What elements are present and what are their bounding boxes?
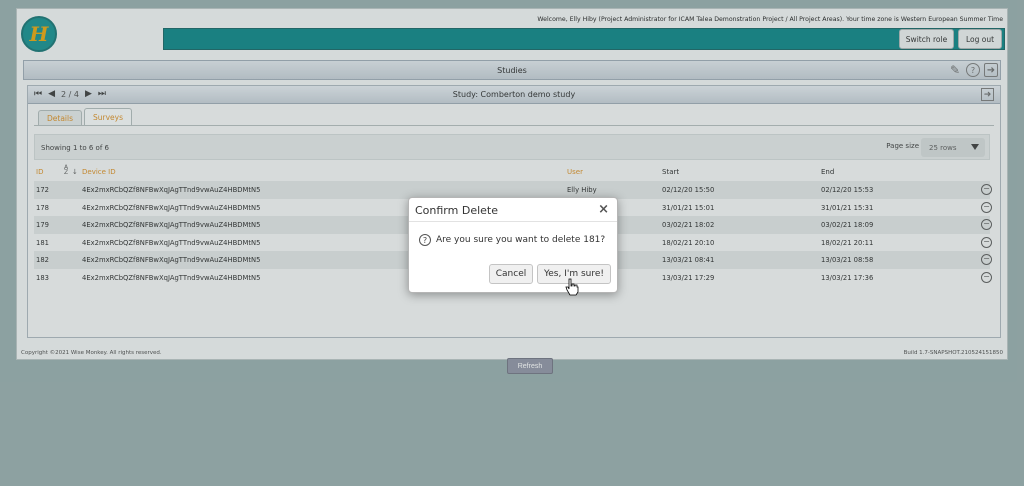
question-icon: ? <box>419 234 431 246</box>
close-icon[interactable]: × <box>598 202 609 217</box>
cancel-button[interactable]: Cancel <box>489 264 533 284</box>
dialog-body: ? Are you sure you want to delete 181? <box>419 234 605 246</box>
hand-cursor-icon <box>565 278 579 296</box>
dialog-message: Are you sure you want to delete 181? <box>436 235 606 245</box>
dialog-title: Confirm Delete <box>415 204 498 217</box>
dialog-header: Confirm Delete × <box>409 198 617 222</box>
confirm-delete-dialog: Confirm Delete × ? Are you sure you want… <box>408 197 618 293</box>
